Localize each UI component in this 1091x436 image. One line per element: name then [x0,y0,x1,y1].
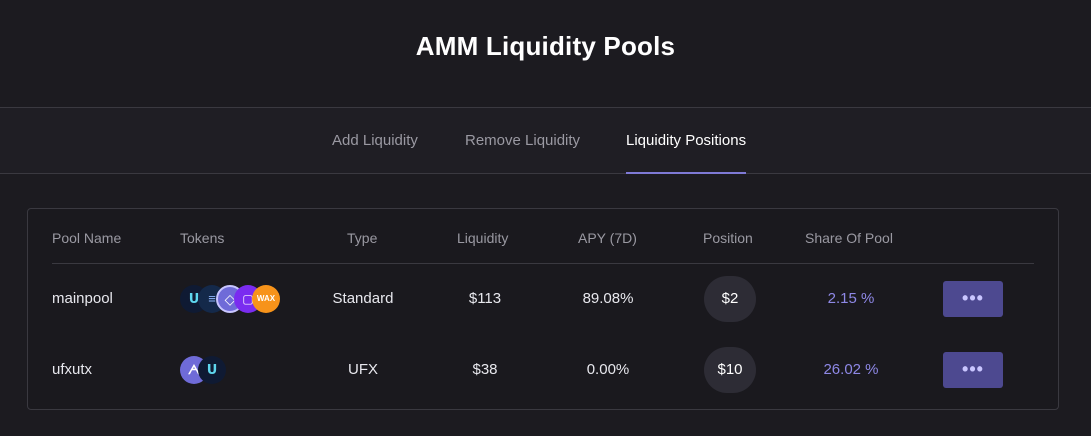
more-options-button[interactable]: ••• [943,352,1003,388]
table-row: mainpool ᑌ ≡ ◇ ▢ WAX Standard $113 89.08… [28,269,1058,329]
pool-liquidity: $113 [468,290,502,307]
position-cell: $10 [695,340,765,400]
pool-apy: 89.08% [582,290,634,307]
pool-apy: 0.00% [586,361,630,378]
tab-bar: Add Liquidity Remove Liquidity Liquidity… [0,108,1091,174]
wax-token-icon: WAX [252,285,280,313]
pool-name: ufxutx [52,361,93,378]
table-row: ufxutx ᗅ ᑌ UFX $38 0.00% $10 26.02 % ••• [28,340,1058,400]
page-header: AMM Liquidity Pools [0,0,1091,108]
column-header-position: Position [703,230,753,246]
share-of-pool: 2.15 % [827,290,875,307]
column-header-pool-name: Pool Name [52,230,122,246]
header-divider [52,263,1034,264]
positions-table: Pool Name Tokens Type Liquidity APY (7D)… [27,208,1059,410]
page-title: AMM Liquidity Pools [415,31,676,61]
column-header-liquidity: Liquidity [457,230,509,246]
pool-name: mainpool [52,290,113,307]
position-value: $2 [704,276,756,322]
more-options-button[interactable]: ••• [943,281,1003,317]
column-header-type: Type [347,230,378,246]
column-header-share-of-pool: Share Of Pool [805,230,893,246]
pool-type: UFX [348,361,378,378]
more-dots-icon: ••• [962,288,984,308]
tab-remove-liquidity[interactable]: Remove Liquidity [465,108,580,173]
tab-liquidity-positions[interactable]: Liquidity Positions [626,108,747,174]
share-of-pool: 26.02 % [823,361,879,378]
ufx-token-icon: ᑌ [198,356,226,384]
position-value: $10 [704,347,756,393]
more-dots-icon: ••• [962,359,984,379]
column-header-apy: APY (7D) [578,230,637,246]
position-cell: $2 [695,269,765,329]
column-header-tokens: Tokens [180,230,225,246]
pool-type: Standard [332,290,394,307]
tab-add-liquidity[interactable]: Add Liquidity [332,108,418,173]
pool-liquidity: $38 [472,361,498,378]
